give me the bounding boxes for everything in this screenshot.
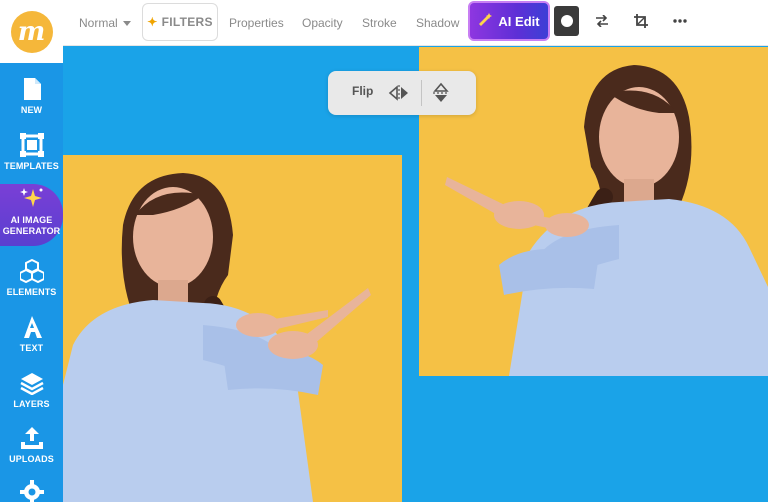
flip-popover: Flip <box>328 71 476 115</box>
sidebar-item-layers[interactable]: LAYERS <box>0 370 63 410</box>
canvas-photo-left[interactable] <box>63 155 402 502</box>
opacity-button[interactable]: Opacity <box>302 0 343 46</box>
sidebar-item-label: NEW <box>20 105 43 115</box>
more-options-button[interactable] <box>667 0 693 42</box>
filters-button[interactable]: ✦ FILTERS <box>142 3 218 41</box>
document-icon <box>19 76 45 102</box>
color-swatch <box>560 15 573 27</box>
layers-icon <box>19 370 45 396</box>
left-sidebar: m NEW TEMPLATES AI IMAGE GENERATOR ELEME… <box>0 0 63 502</box>
shadow-label: Shadow <box>416 16 460 30</box>
sidebar-item-uploads[interactable]: UPLOADS <box>0 425 63 465</box>
flip-horizontal-icon <box>388 85 408 101</box>
upload-icon <box>19 425 45 451</box>
label-line-2: GENERATOR <box>2 226 61 236</box>
properties-button[interactable]: Properties <box>229 0 284 46</box>
swap-arrows-icon <box>596 15 608 27</box>
sparkle-icon: ✦ <box>147 15 158 29</box>
flip-vertical-button[interactable] <box>430 81 452 105</box>
sidebar-item-label: ELEMENTS <box>6 287 57 297</box>
stroke-label: Stroke <box>362 16 397 30</box>
sidebar-item-settings[interactable] <box>0 479 63 502</box>
magic-wand-icon <box>478 12 493 30</box>
ai-edit-button[interactable]: AI Edit <box>468 1 550 41</box>
sidebar-item-elements[interactable]: ELEMENTS <box>0 258 63 298</box>
blend-mode-dropdown[interactable]: Normal <box>79 0 131 46</box>
woman-pointing-photo <box>63 155 402 502</box>
color-fill-button[interactable] <box>554 6 579 36</box>
sidebar-item-label: AI IMAGE GENERATOR <box>3 215 61 237</box>
ai-edit-label: AI Edit <box>498 13 540 29</box>
sidebar-item-templates[interactable]: TEMPLATES <box>0 132 63 172</box>
chevron-down-icon <box>122 20 131 26</box>
sidebar-item-ai-image-generator[interactable]: AI IMAGE GENERATOR <box>0 184 63 246</box>
top-toolbar: Normal ✦ FILTERS Properties Opacity Stro… <box>63 0 768 46</box>
shadow-button[interactable]: Shadow <box>416 0 459 46</box>
crop-button[interactable] <box>628 0 654 42</box>
app-logo[interactable]: m <box>10 10 53 53</box>
logo-container[interactable]: m <box>0 0 63 63</box>
gear-icon <box>19 479 45 502</box>
properties-label: Properties <box>229 16 284 30</box>
crop-icon <box>634 14 648 28</box>
sidebar-item-label: LAYERS <box>13 399 50 409</box>
swap-button[interactable] <box>589 0 615 42</box>
flip-label: Flip <box>352 84 374 98</box>
stroke-button[interactable]: Stroke <box>362 0 397 46</box>
text-icon <box>19 314 45 340</box>
blend-mode-value: Normal <box>79 16 118 30</box>
sidebar-item-new[interactable]: NEW <box>0 76 63 116</box>
flip-horizontal-button[interactable] <box>387 83 411 103</box>
opacity-label: Opacity <box>302 16 343 30</box>
sidebar-item-label: TEMPLATES <box>4 161 59 171</box>
templates-icon <box>19 132 45 158</box>
label-line-1: AI IMAGE <box>10 215 53 225</box>
sidebar-item-label: TEXT <box>19 343 44 353</box>
more-dots-icon <box>673 19 687 23</box>
sidebar-item-label: UPLOADS <box>9 454 54 464</box>
sidebar-item-text[interactable]: TEXT <box>0 314 63 354</box>
cubes-icon <box>19 258 45 284</box>
filters-label: FILTERS <box>161 15 213 29</box>
sparkles-icon <box>19 186 45 212</box>
flip-vertical-icon <box>433 82 449 102</box>
popover-divider <box>421 80 422 106</box>
